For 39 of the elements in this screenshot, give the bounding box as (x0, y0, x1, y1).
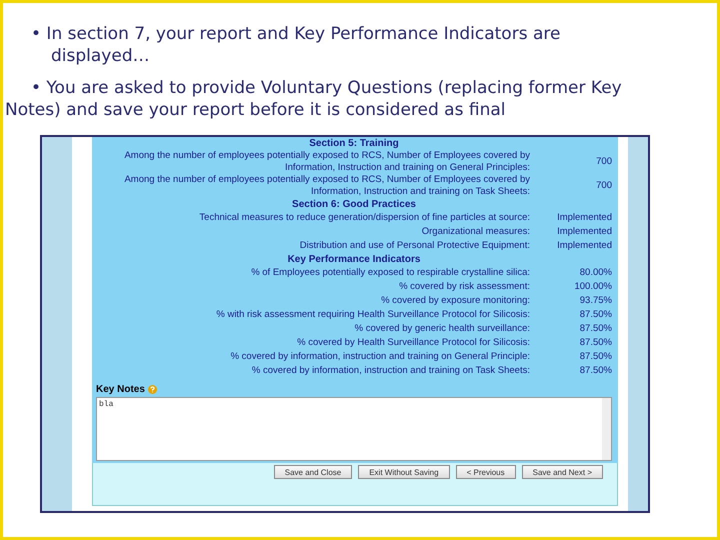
bullet-text: • You are asked to provide Voluntary Questions (replacing former Key Notes) and save your report before it is considered as final (5, 77, 623, 121)
field-value: 87.50% (578, 309, 612, 321)
field-value: 87.50% (578, 365, 612, 377)
help-icon[interactable] (148, 385, 157, 394)
field-label: % with risk assessment requiring Health Surveillance Protocol for Silicosis: (215, 309, 530, 321)
scrollbar[interactable] (602, 398, 611, 460)
field-label: Distribution and use of Personal Protective Equipment: (298, 240, 530, 252)
section-heading: Section 6: Good Practices (291, 198, 417, 211)
field-value: 87.50% (578, 337, 612, 349)
field-value: Implemented (556, 212, 612, 224)
field-label: % covered by exposure monitoring: (380, 295, 530, 307)
field-label: % covered by information, instruction and training on General Principle: (230, 351, 530, 363)
field-value: 87.50% (578, 351, 612, 363)
field-label: Organizational measures: (420, 226, 530, 238)
form-button[interactable]: < Previous (456, 465, 516, 479)
field-value: Implemented (556, 240, 612, 252)
form-button[interactable]: Exit Without Saving (358, 465, 450, 479)
field-value: 700 (595, 156, 612, 168)
form-button[interactable]: Save and Close (274, 465, 352, 479)
key-notes-field[interactable]: bla (96, 397, 612, 461)
field-value: 80.00% (578, 267, 612, 279)
field-value: 93.75% (578, 295, 612, 307)
key-notes-label: Key Notes (96, 384, 145, 395)
bullet-text: • In section 7, your report and Key Performance Indicators are displayed… (31, 23, 562, 67)
field-label: Among the number of employees potentially exposed to RCS, Number of Employees covered by Information, Instruction and training on Task Sheets: (123, 174, 530, 198)
field-value: Implemented (556, 226, 612, 238)
section-heading: Key Performance Indicators (286, 253, 422, 266)
form-button[interactable]: Save and Next > (522, 465, 603, 479)
field-label: Technical measures to reduce generation/dispersion of fine particles at source: (198, 212, 530, 224)
field-label: % covered by Health Surveillance Protocol for Silicosis: (296, 337, 530, 349)
field-value: 87.50% (578, 323, 612, 335)
field-value: 700 (595, 180, 612, 192)
field-label: % covered by generic health surveillance: (354, 323, 530, 335)
field-label: % of Employees potentially exposed to respirable crystalline silica: (250, 267, 530, 279)
field-label: % covered by information, instruction and training on Task Sheets: (250, 365, 530, 377)
field-value: 100.00% (573, 281, 612, 293)
field-label: Among the number of employees potentially exposed to RCS, Number of Employees covered by Information, Instruction and training on General Principles: (123, 150, 530, 174)
field-label: % covered by risk assessment: (398, 281, 530, 293)
section-heading: Section 5: Training (308, 137, 400, 150)
